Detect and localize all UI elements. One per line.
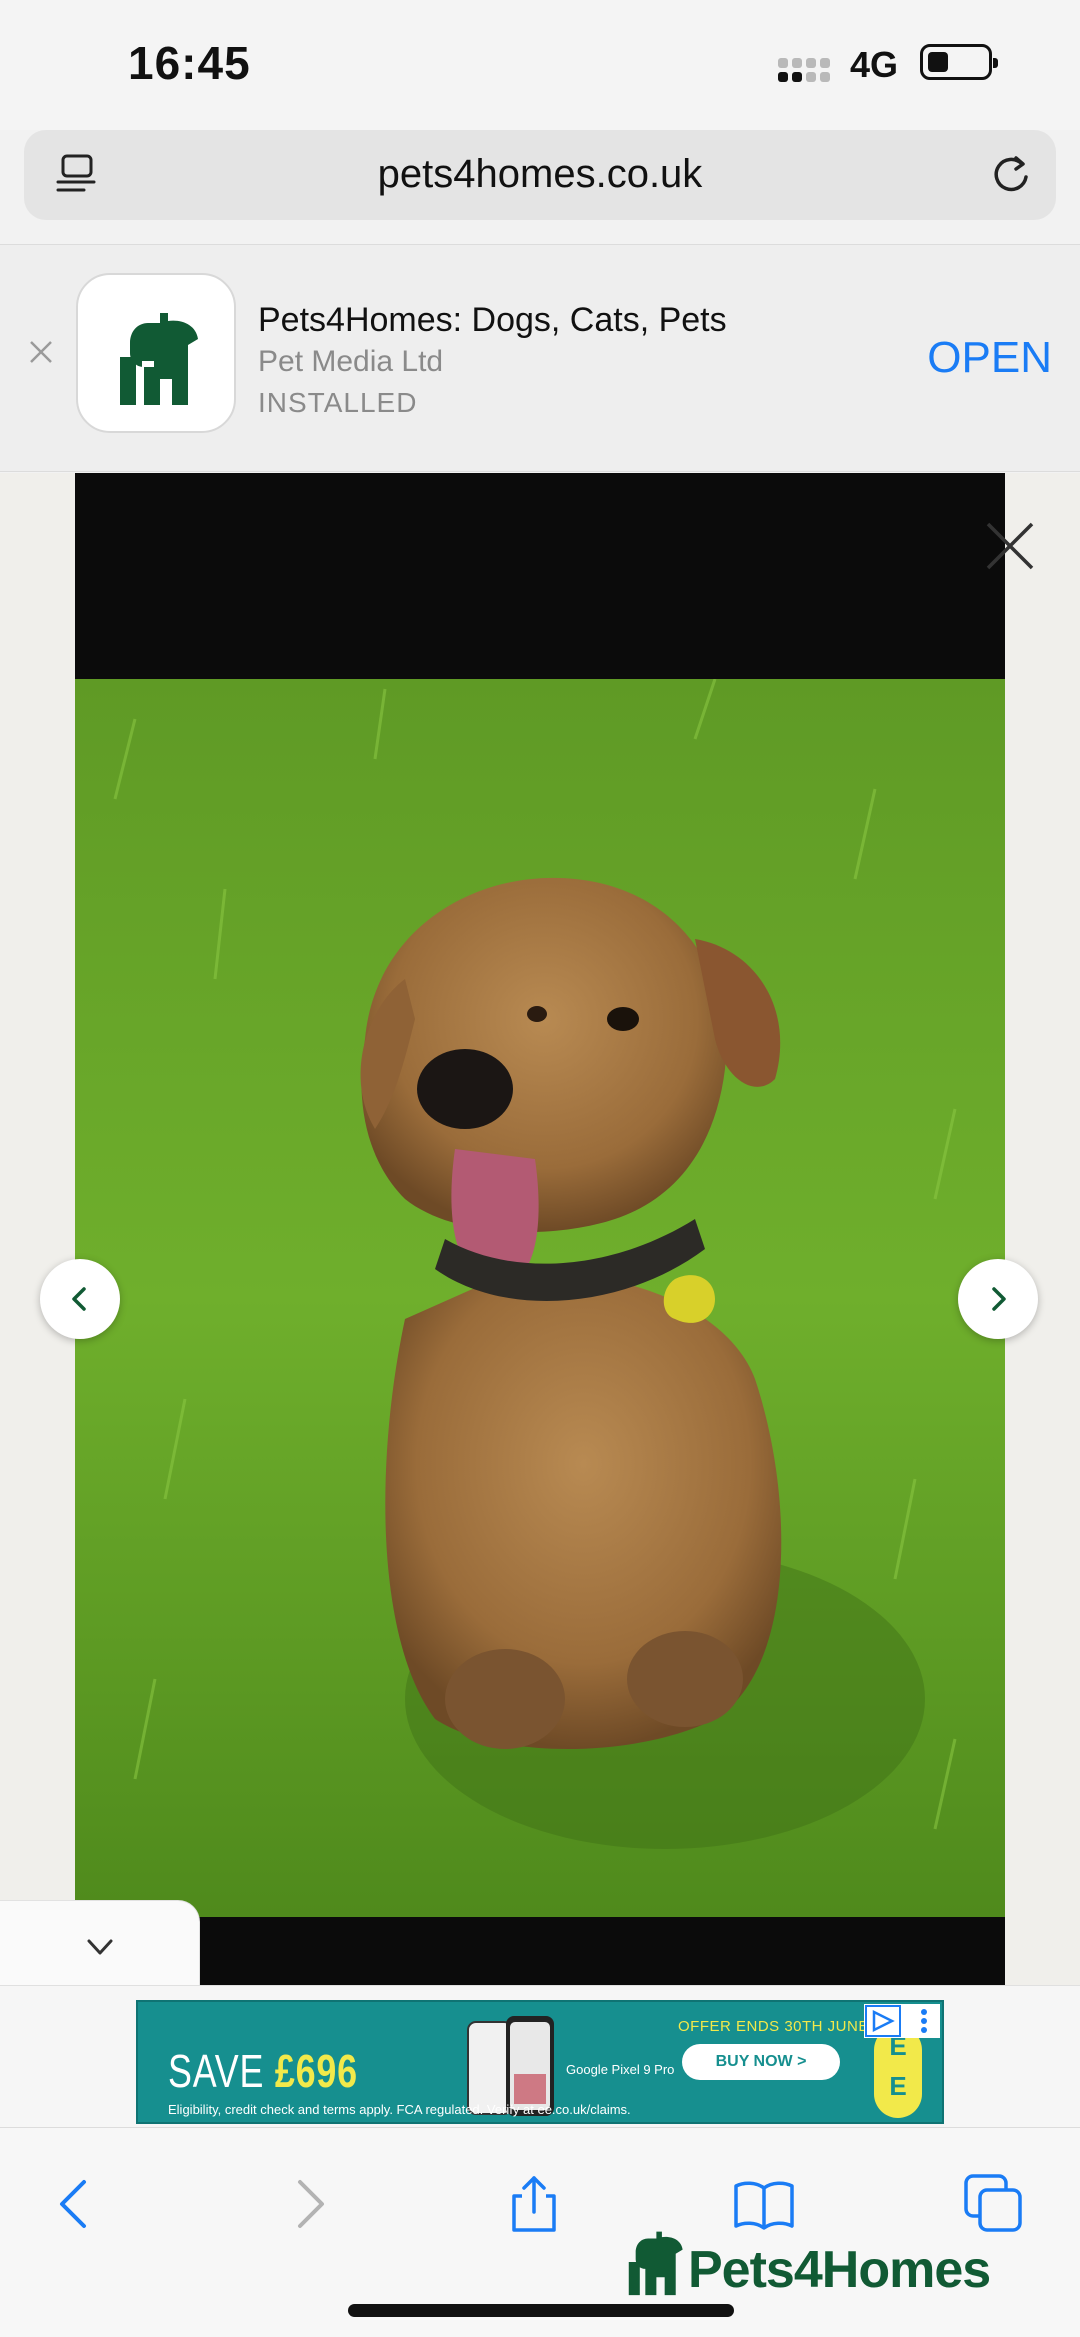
pets4homes-footer-logo[interactable]: Pets4Homes: [626, 2218, 1006, 2308]
status-time: 16:45: [128, 37, 251, 89]
ad-product: Google Pixel 9 Pro: [566, 2062, 675, 2077]
ad-legal: Eligibility, credit check and terms appl…: [168, 2102, 631, 2117]
app-icon: [76, 273, 236, 433]
open-app-button[interactable]: OPEN: [927, 333, 1052, 383]
cellular-signal-icon: [778, 56, 836, 82]
battery-icon: [920, 44, 998, 80]
chevron-left-icon: [72, 1287, 86, 1311]
pets4homes-logo-icon: [628, 2231, 683, 2296]
reload-icon[interactable]: [986, 150, 1036, 200]
back-icon[interactable]: [44, 2172, 108, 2236]
ee-logo: EE: [874, 2026, 922, 2118]
adchoices-icon[interactable]: [864, 2004, 940, 2038]
home-indicator[interactable]: [348, 2304, 734, 2317]
chevron-down-icon: [87, 1939, 113, 1955]
share-icon[interactable]: [502, 2172, 566, 2236]
previous-image-button[interactable]: [40, 1259, 120, 1339]
pets4homes-logo-icon: [120, 313, 198, 405]
ad-offer: OFFER ENDS 30TH JUNE: [678, 2018, 869, 2035]
install-state: INSTALLED: [258, 387, 418, 418]
status-bar: 16:45 4G: [0, 0, 1080, 130]
brand-name: Pets4Homes: [688, 2241, 991, 2299]
close-icon[interactable]: [26, 337, 56, 367]
ad-headline: SAVE £696: [168, 2045, 358, 2097]
close-gallery-icon[interactable]: [982, 518, 1038, 574]
app-name: Pets4Homes: Dogs, Cats, Pets: [258, 301, 727, 339]
network-type: 4G: [850, 44, 899, 85]
forward-icon[interactable]: [276, 2172, 340, 2236]
chevron-right-icon: [992, 1287, 1006, 1311]
next-image-button[interactable]: [958, 1259, 1038, 1339]
dog-photo[interactable]: [75, 679, 1005, 1917]
buy-now-button[interactable]: BUY NOW >: [682, 2044, 840, 2080]
app-developer: Pet Media Ltd: [258, 345, 444, 378]
ee-advertisement[interactable]: SAVE £696 Google Pixel 9 Pro OFFER ENDS …: [136, 2000, 944, 2124]
address-bar[interactable]: pets4homes.co.uk: [24, 130, 1056, 220]
url-text[interactable]: pets4homes.co.uk: [24, 152, 1056, 197]
smart-app-banner: Pets4Homes: Dogs, Cats, Pets Pet Media L…: [0, 244, 1080, 472]
